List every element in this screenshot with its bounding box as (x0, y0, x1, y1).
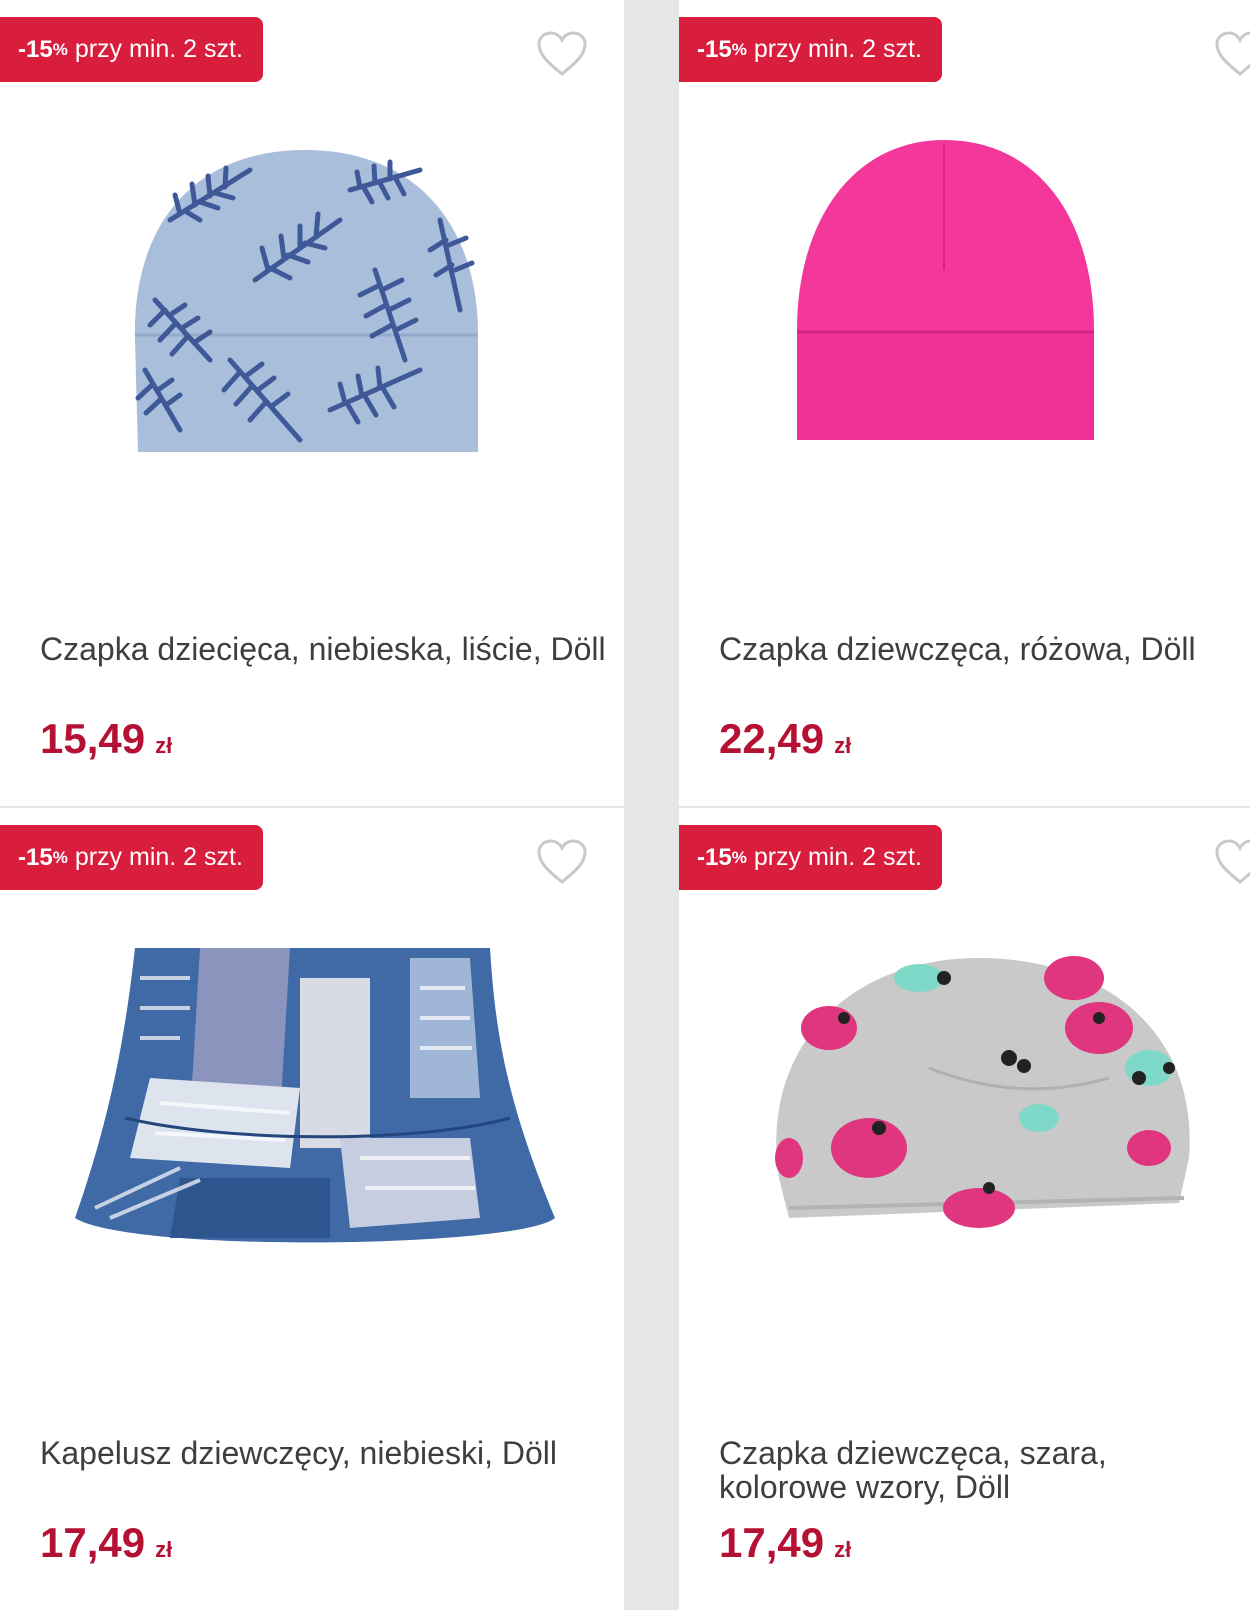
product-card[interactable]: -15% przy min. 2 szt. (679, 808, 1250, 1610)
badge-percent-sign: % (52, 39, 68, 59)
product-title[interactable]: Czapka dziecięca, niebieska, liście, Döl… (40, 632, 614, 666)
product-price: 17,49 zł (719, 1519, 851, 1567)
discount-badge: -15% przy min. 2 szt. (679, 17, 942, 82)
badge-percent: -15 (18, 843, 53, 871)
price-currency: zł (834, 1537, 852, 1562)
price-currency: zł (834, 733, 852, 758)
price-currency: zł (155, 733, 173, 758)
product-grid: -15% przy min. 2 szt. Czapka dziecięca, … (0, 0, 1250, 1610)
price-currency: zł (155, 1537, 173, 1562)
badge-percent: -15 (697, 843, 732, 871)
product-title[interactable]: Czapka dziewczęca, szara, kolorowe wzory… (719, 1436, 1240, 1504)
wishlist-heart-icon[interactable] (1214, 838, 1250, 886)
blue-leaf-beanie-image[interactable] (0, 110, 624, 540)
badge-text: przy min. 2 szt. (74, 35, 243, 63)
badge-text: przy min. 2 szt. (753, 843, 922, 871)
product-card[interactable]: -15% przy min. 2 szt. (0, 0, 624, 806)
badge-text: przy min. 2 szt. (753, 35, 922, 63)
product-title[interactable]: Czapka dziewczęca, różowa, Döll (719, 632, 1240, 666)
badge-percent: -15 (697, 35, 732, 63)
price-value: 17,49 (40, 1519, 146, 1566)
badge-percent-sign: % (731, 847, 747, 867)
discount-badge: -15% przy min. 2 szt. (679, 825, 942, 890)
product-title[interactable]: Kapelusz dziewczęcy, niebieski, Döll (40, 1436, 614, 1470)
wishlist-heart-icon[interactable] (536, 30, 588, 78)
badge-percent: -15 (18, 35, 53, 63)
discount-badge: -15% przy min. 2 szt. (0, 825, 263, 890)
product-card[interactable]: -15% przy min. 2 szt. Czapka dziewczęca, … (679, 0, 1250, 806)
badge-text: przy min. 2 szt. (74, 843, 243, 871)
product-price: 22,49 zł (719, 715, 851, 763)
pink-beanie-image[interactable] (679, 110, 1250, 540)
price-value: 17,49 (719, 1519, 825, 1566)
product-price: 17,49 zł (40, 1519, 172, 1567)
price-value: 15,49 (40, 715, 146, 762)
grey-pattern-slouchy-hat-image[interactable] (679, 918, 1250, 1348)
wishlist-heart-icon[interactable] (1214, 30, 1250, 78)
product-price: 15,49 zł (40, 715, 172, 763)
product-card[interactable]: -15% przy min. 2 szt. (0, 808, 624, 1610)
blue-patchwork-bucket-hat-image[interactable] (0, 918, 624, 1348)
badge-percent-sign: % (731, 39, 747, 59)
price-value: 22,49 (719, 715, 825, 762)
discount-badge: -15% przy min. 2 szt. (0, 17, 263, 82)
wishlist-heart-icon[interactable] (536, 838, 588, 886)
badge-percent-sign: % (52, 847, 68, 867)
